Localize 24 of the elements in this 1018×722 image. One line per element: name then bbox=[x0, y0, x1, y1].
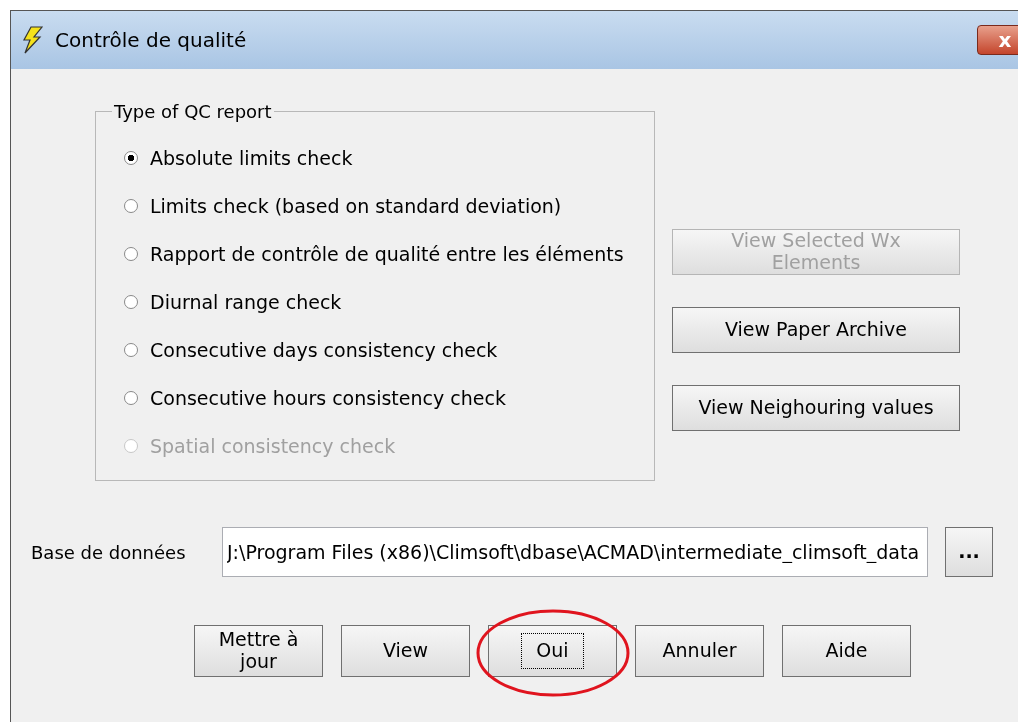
radio-button[interactable] bbox=[124, 295, 138, 309]
group-legend: Type of QC report bbox=[112, 101, 274, 122]
radio-option[interactable]: Diurnal range check bbox=[124, 278, 654, 326]
radio-button[interactable] bbox=[124, 199, 138, 213]
radio-button[interactable] bbox=[124, 391, 138, 405]
database-label: Base de données bbox=[31, 541, 187, 563]
dialog-button[interactable]: Annuler bbox=[635, 625, 764, 677]
view-button[interactable]: View Neighouring values bbox=[672, 385, 960, 431]
browse-button[interactable]: ... bbox=[945, 527, 993, 577]
dialog-button[interactable]: Oui bbox=[488, 625, 617, 677]
radio-button[interactable] bbox=[124, 247, 138, 261]
dialog-button[interactable]: View bbox=[341, 625, 470, 677]
radio-option[interactable]: Consecutive hours consistency check bbox=[124, 374, 654, 422]
radio-option[interactable]: Rapport de contrôle de qualité entre les éléments bbox=[124, 230, 654, 278]
lightning-icon bbox=[21, 26, 43, 54]
radio-option[interactable]: Consecutive days consistency check bbox=[124, 326, 654, 374]
radio-button[interactable] bbox=[124, 151, 138, 165]
radio-button[interactable] bbox=[124, 343, 138, 357]
dialog-button[interactable]: Mettre à jour bbox=[194, 625, 323, 677]
radio-option[interactable]: Limits check (based on standard deviation) bbox=[124, 182, 654, 230]
window-title: Contrôle de qualité bbox=[55, 28, 248, 52]
dialog-button[interactable]: Aide bbox=[782, 625, 911, 677]
view-button[interactable]: View Paper Archive bbox=[672, 307, 960, 353]
radio-option[interactable]: Absolute limits check bbox=[124, 134, 654, 182]
